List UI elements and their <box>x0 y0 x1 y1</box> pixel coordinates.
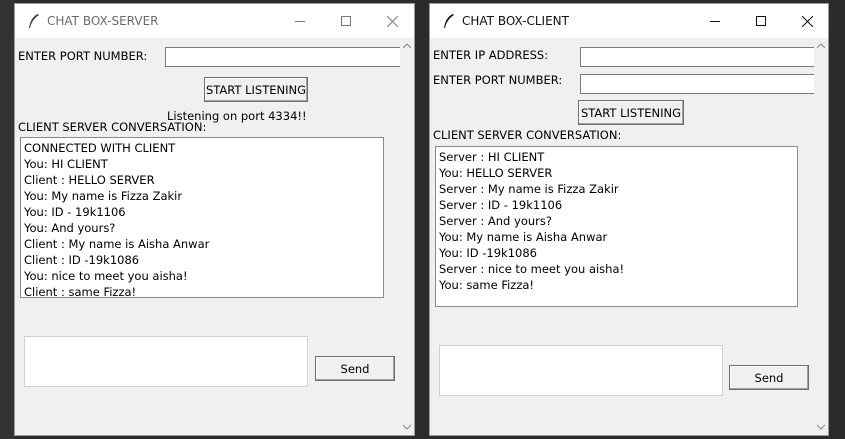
port-input[interactable] <box>580 74 820 94</box>
close-icon <box>386 15 398 27</box>
conversation-label: CLIENT SERVER CONVERSATION: <box>433 128 622 142</box>
message-line: You: same Fizza! <box>439 278 535 292</box>
minimize-icon <box>295 21 305 22</box>
window-title: CHAT BOX-CLIENT <box>462 14 569 28</box>
scroll-down-icon[interactable] <box>817 423 825 431</box>
message-line: Server : HI CLIENT <box>439 150 545 164</box>
client-window: CHAT BOX-CLIENT ENTER IP ADDRESS: ENTER … <box>429 3 829 436</box>
message-line: Server : And yours? <box>439 214 552 228</box>
message-line: Client : HELLO SERVER <box>24 173 155 187</box>
start-listening-button[interactable]: START LISTENING <box>204 77 308 102</box>
start-listening-button[interactable]: START LISTENING <box>578 100 684 125</box>
send-button[interactable]: Send <box>729 365 809 390</box>
maximize-icon <box>341 16 351 26</box>
message-input[interactable] <box>24 336 308 387</box>
message-line: You: And yours? <box>24 221 116 235</box>
message-line: Client : ID -19k1086 <box>24 253 140 267</box>
server-titlebar[interactable]: CHAT BOX-SERVER <box>15 4 414 38</box>
minimize-button[interactable] <box>277 4 323 38</box>
message-line: You: My name is Fizza Zakir <box>24 189 183 203</box>
feather-icon <box>444 14 454 28</box>
message-line: Server : ID - 19k1106 <box>439 198 563 212</box>
ip-input[interactable] <box>580 47 820 67</box>
close-button[interactable] <box>784 4 828 38</box>
port-label: ENTER PORT NUMBER: <box>18 49 148 63</box>
close-button[interactable] <box>369 4 414 38</box>
vertical-scrollbar[interactable] <box>400 38 414 435</box>
minimize-button[interactable] <box>692 4 738 38</box>
send-button[interactable]: Send <box>315 356 395 381</box>
message-line: You: ID - 19k1106 <box>24 205 126 219</box>
ip-label: ENTER IP ADDRESS: <box>433 48 549 62</box>
message-line: Server : nice to meet you aisha! <box>439 262 625 276</box>
message-line: You: HELLO SERVER <box>439 166 553 180</box>
conversation-label: CLIENT SERVER CONVERSATION: <box>18 120 207 134</box>
maximize-button[interactable] <box>323 4 369 38</box>
message-line: CONNECTED WITH CLIENT <box>24 141 176 155</box>
message-line: You: HI CLIENT <box>24 157 108 171</box>
conversation-log[interactable]: Server : HI CLIENT You: HELLO SERVER Ser… <box>435 146 798 307</box>
message-line: Client : My name is Aisha Anwar <box>24 237 210 251</box>
scroll-down-icon[interactable] <box>403 423 411 431</box>
scroll-up-icon[interactable] <box>817 42 825 50</box>
server-window: CHAT BOX-SERVER ENTER PORT NUMBER: START… <box>14 3 415 436</box>
message-line: You: My name is Aisha Anwar <box>439 230 608 244</box>
port-label: ENTER PORT NUMBER: <box>433 73 563 87</box>
message-line: You: ID -19k1086 <box>439 246 537 260</box>
maximize-icon <box>756 16 766 26</box>
message-line: Server : My name is Fizza Zakir <box>439 182 619 196</box>
feather-icon <box>29 14 39 28</box>
client-titlebar[interactable]: CHAT BOX-CLIENT <box>430 4 828 38</box>
message-line: You: nice to meet you aisha! <box>24 269 188 283</box>
message-line: Client : same Fizza! <box>24 285 137 298</box>
scroll-up-icon[interactable] <box>403 42 411 50</box>
vertical-scrollbar[interactable] <box>814 38 828 435</box>
message-input[interactable] <box>439 345 723 396</box>
port-input[interactable] <box>165 47 405 67</box>
maximize-button[interactable] <box>738 4 784 38</box>
window-title: CHAT BOX-SERVER <box>47 14 159 28</box>
minimize-icon <box>710 21 720 22</box>
close-icon <box>801 15 813 27</box>
conversation-log[interactable]: CONNECTED WITH CLIENT You: HI CLIENT Cli… <box>20 137 384 298</box>
